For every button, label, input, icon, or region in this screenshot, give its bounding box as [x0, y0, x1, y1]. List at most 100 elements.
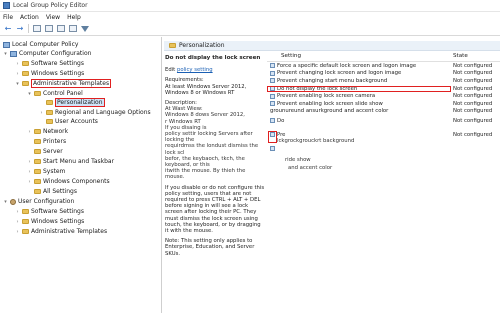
table-row[interactable]: Prevent enabling lock screen slide show … [267, 100, 500, 108]
back-arrow-icon[interactable]: ← [3, 24, 13, 34]
tree-item-all-settings[interactable]: All Settings [27, 187, 77, 196]
description-panel: Do not display the lock screen Edit poli… [165, 55, 265, 310]
help-icon[interactable] [68, 24, 78, 34]
tree-item-control-panel[interactable]: ▾ Control Panel [27, 89, 83, 98]
policy-icon [270, 146, 275, 151]
pane-title: Personalization [179, 42, 225, 49]
tree-item-user-windows-settings[interactable]: › Windows Settings [15, 217, 85, 226]
user-icon [10, 198, 16, 205]
tree-item-system[interactable]: › System [27, 167, 66, 176]
note-paragraph: Note: This setting only applies to Enter… [165, 238, 255, 257]
title-bar: Local Group Policy Editor [0, 0, 500, 12]
policy-icon [270, 118, 275, 124]
edit-policy-link[interactable]: policy setting [177, 67, 213, 73]
description-block: Description: At Wast Wiew: Windows 8 dow… [165, 100, 259, 181]
menu-action[interactable]: Action [20, 14, 39, 21]
menu-file[interactable]: File [3, 14, 13, 21]
folder-icon [22, 229, 29, 234]
folder-icon [34, 129, 41, 134]
properties-icon[interactable] [44, 24, 54, 34]
folder-icon [34, 159, 41, 164]
tree-item-start-menu[interactable]: › Start Menu and Taskbar [27, 157, 115, 166]
expand-icon[interactable]: › [27, 159, 32, 165]
expand-icon[interactable]: › [27, 169, 32, 175]
computer-policy-icon [3, 41, 10, 48]
policy-icon [270, 78, 275, 84]
policy-icon [270, 101, 275, 107]
policy-icon [270, 63, 275, 69]
requirements: Requirements: At least Windows Server 20… [165, 77, 247, 96]
expand-icon[interactable]: › [15, 61, 20, 67]
collapse-icon[interactable]: ▾ [3, 51, 8, 57]
menu-view[interactable]: View [46, 14, 60, 21]
folder-icon [22, 219, 29, 224]
collapse-icon[interactable]: ▾ [3, 199, 8, 205]
tree-item-personalization[interactable]: Personalization [39, 98, 105, 107]
policy-icon [270, 86, 275, 92]
table-row-selected[interactable]: Do not display the lock screen Not confi… [267, 85, 500, 93]
expand-icon[interactable]: › [15, 209, 20, 215]
tree-item-user-configuration[interactable]: ▾ User Configuration [3, 197, 74, 206]
table-row[interactable]: Force a specific default lock screen and… [267, 62, 500, 70]
highlight-box [268, 131, 277, 143]
table-row[interactable]: Do Not configured [267, 117, 500, 125]
toolbar: ← → [0, 22, 500, 36]
export-list-icon[interactable] [56, 24, 66, 34]
folder-icon [34, 189, 41, 194]
expand-icon[interactable]: › [15, 229, 20, 235]
table-row[interactable]: grounureund ansurkground and accent colo… [267, 108, 500, 116]
list-header: Setting State [267, 51, 500, 62]
tree-item-user-software-settings[interactable]: › Software Settings [15, 207, 84, 216]
folder-open-icon [46, 100, 53, 105]
policy-icon [270, 70, 275, 76]
folder-icon [46, 110, 53, 115]
folder-icon [22, 209, 29, 214]
tree-item-server[interactable]: Server [27, 147, 63, 156]
table-row[interactable]: Prevent changing lock screen and logon i… [267, 70, 500, 78]
column-header-state[interactable]: State [451, 53, 500, 59]
expand-icon[interactable]: › [27, 179, 32, 185]
forward-arrow-icon[interactable]: → [15, 24, 25, 34]
tree-item-user-accounts[interactable]: User Accounts [39, 117, 98, 126]
folder-icon [34, 179, 41, 184]
menu-bar: File Action View Help [0, 12, 500, 22]
expand-icon[interactable]: › [39, 110, 44, 116]
table-row[interactable]: Prevent changing start menu background N… [267, 77, 500, 85]
collapse-icon[interactable]: ▾ [27, 91, 32, 97]
folder-icon [22, 81, 29, 86]
folder-open-icon [169, 43, 176, 48]
window-title: Local Group Policy Editor [13, 2, 88, 9]
expand-icon[interactable]: › [27, 129, 32, 135]
edit-line: Edit policy setting [165, 67, 213, 74]
app-icon [3, 2, 10, 9]
navigation-tree: Local Computer Policy ▾ Computer Configu… [0, 37, 162, 313]
menu-help[interactable]: Help [67, 14, 81, 21]
tree-item-regional-language[interactable]: › Regional and Language Options [39, 108, 151, 117]
overlay-text: and accent color [288, 165, 333, 171]
tree-item-network[interactable]: › Network [27, 127, 69, 136]
folder-icon [34, 91, 41, 96]
tree-item-computer-configuration[interactable]: ▾ Computer Configuration [3, 49, 91, 58]
folder-icon [34, 149, 41, 154]
tree-item-windows-components[interactable]: › Windows Components [27, 177, 110, 186]
tree-item-root[interactable]: Local Computer Policy [3, 40, 78, 49]
computer-icon [10, 50, 17, 57]
table-row[interactable]: Prevent enabling lock screen camera Not … [267, 92, 500, 100]
overlay-text: ride show [285, 157, 311, 163]
folder-icon [22, 61, 29, 66]
expand-icon[interactable]: › [15, 71, 20, 77]
filter-icon[interactable] [80, 24, 90, 34]
expand-icon[interactable]: › [15, 219, 20, 225]
column-header-setting[interactable]: Setting [267, 53, 451, 59]
tree-item-software-settings[interactable]: › Software Settings [15, 59, 84, 68]
tree-item-user-administrative-templates[interactable]: › Administrative Templates [15, 227, 108, 236]
toolbar-separator [28, 24, 29, 33]
show-hide-tree-icon[interactable] [32, 24, 42, 34]
collapse-icon[interactable]: ▾ [15, 81, 20, 87]
overlay-text: lckgrockgrouckrt background [277, 138, 355, 144]
tree-item-printers[interactable]: Printers [27, 137, 66, 146]
tree-item-windows-settings[interactable]: › Windows Settings [15, 69, 85, 78]
policy-title: Do not display the lock screen [165, 55, 261, 61]
folder-icon [46, 119, 53, 124]
tree-item-administrative-templates[interactable]: ▾ Administrative Templates [15, 79, 112, 88]
